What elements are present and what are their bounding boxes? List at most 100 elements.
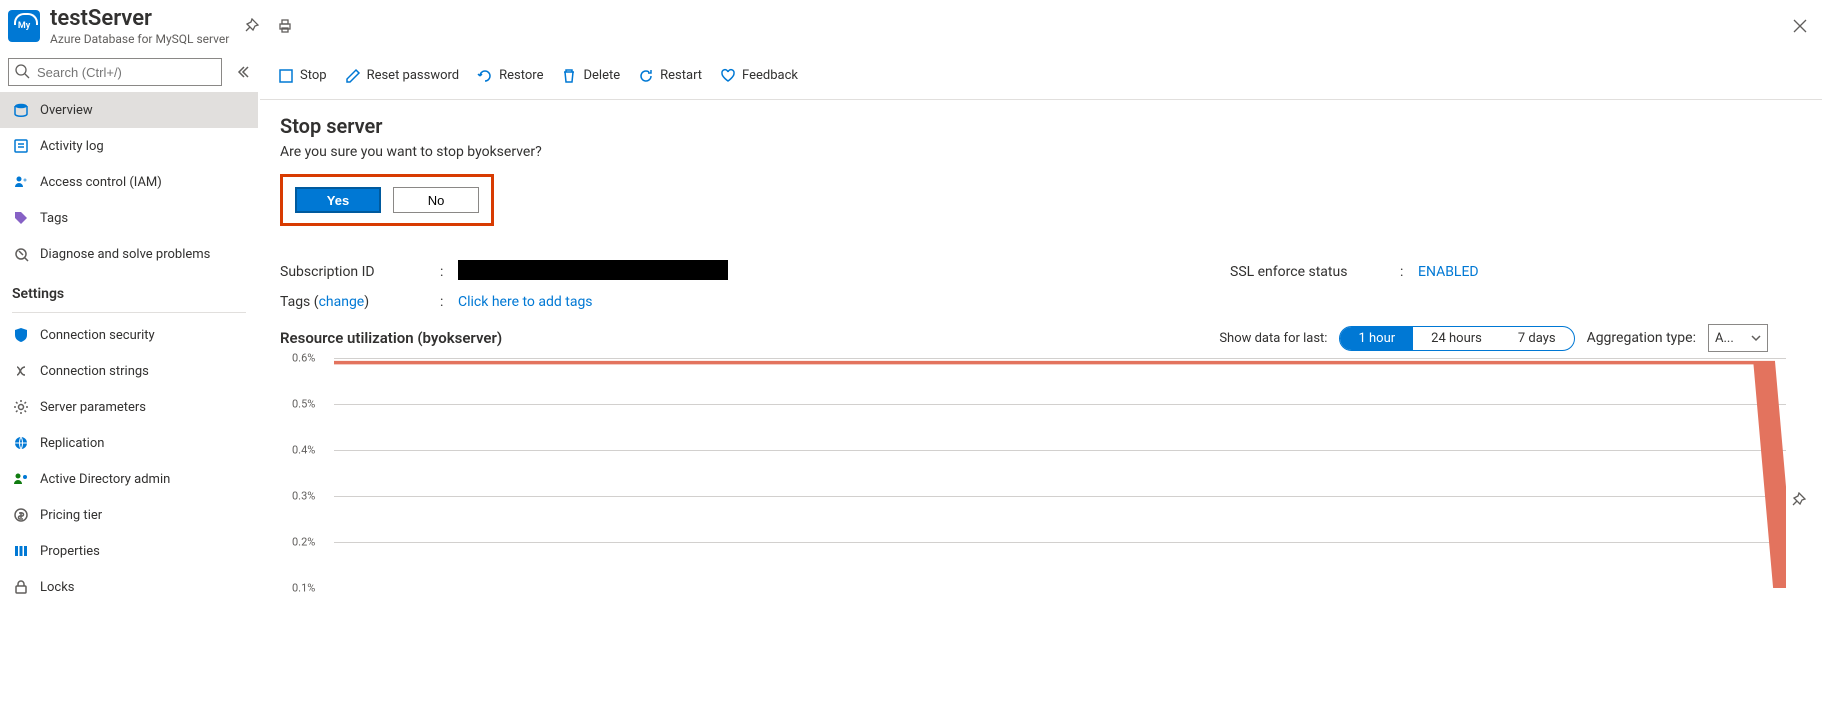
sidebar-item-label: Activity log [40, 139, 104, 154]
sidebar-item-label: Connection strings [40, 364, 149, 379]
tags-change-link[interactable]: change [319, 294, 365, 310]
sidebar-item-label: Access control (IAM) [40, 175, 162, 190]
sidebar-item-label: Replication [40, 436, 104, 451]
delete-button[interactable]: Delete [561, 68, 620, 84]
pin-icon[interactable] [239, 14, 263, 38]
diagnose-icon [12, 245, 30, 263]
stop-button[interactable]: Stop [278, 68, 327, 84]
heart-icon [720, 68, 736, 84]
page-title: testServer [50, 6, 229, 32]
sidebar: Overview Activity log Access control (IA… [0, 52, 260, 725]
dialog-text: Are you sure you want to stop byokserver… [280, 144, 1802, 160]
pill-1-hour[interactable]: 1 hour [1340, 327, 1413, 350]
trash-icon [561, 68, 577, 84]
tool-label: Delete [583, 68, 620, 83]
ssl-status-link[interactable]: ENABLED [1418, 264, 1479, 280]
ytick: 0.6% [292, 352, 315, 365]
search-input[interactable] [8, 58, 222, 86]
pill-24-hours[interactable]: 24 hours [1413, 327, 1500, 350]
sidebar-item-label: Locks [40, 580, 75, 595]
add-tags-link[interactable]: Click here to add tags [458, 294, 593, 310]
sidebar-item-label: Overview [40, 103, 93, 118]
pricing-icon [12, 506, 30, 524]
ytick: 0.2% [292, 536, 315, 549]
yes-button[interactable]: Yes [295, 187, 381, 213]
sidebar-item-ad-admin[interactable]: Active Directory admin [0, 461, 258, 497]
sidebar-item-label: Properties [40, 544, 100, 559]
prop-label-ssl: SSL enforce status [1230, 264, 1400, 280]
sidebar-item-tags[interactable]: Tags [0, 200, 258, 236]
divider [12, 312, 246, 313]
stop-icon [278, 68, 294, 84]
ytick: 0.4% [292, 444, 315, 457]
line-plot [334, 358, 1786, 588]
no-button[interactable]: No [393, 187, 479, 213]
restore-button[interactable]: Restore [477, 68, 543, 84]
tool-label: Reset password [367, 68, 460, 83]
activity-log-icon [12, 137, 30, 155]
tags-icon [12, 209, 30, 227]
mysql-logo-icon: My [8, 10, 40, 42]
sidebar-item-label: Server parameters [40, 400, 146, 415]
sidebar-item-overview[interactable]: Overview [0, 92, 258, 128]
prop-label-tags: Tags (change) [280, 294, 440, 310]
access-control-icon [12, 173, 30, 191]
command-bar: Stop Reset password Restore Delete Resta… [260, 52, 1822, 100]
confirm-box: Yes No [280, 174, 494, 226]
main-panel: Stop Reset password Restore Delete Resta… [260, 52, 1822, 725]
subscription-id-redacted [458, 260, 728, 280]
globe-icon [12, 434, 30, 452]
gear-icon [12, 398, 30, 416]
prop-label-subscription-id: Subscription ID [280, 264, 440, 280]
overview-icon [12, 101, 30, 119]
sidebar-item-label: Connection security [40, 328, 155, 343]
sidebar-item-label: Tags [40, 211, 68, 226]
tool-label: Restart [660, 68, 702, 83]
sidebar-item-activity-log[interactable]: Activity log [0, 128, 258, 164]
page-subtitle: Azure Database for MySQL server [50, 32, 229, 46]
ytick: 0.1% [292, 582, 315, 595]
properties-icon [12, 542, 30, 560]
resource-utilization-title: Resource utilization (byokserver) [280, 329, 502, 347]
tool-label: Feedback [742, 68, 798, 83]
shield-icon [12, 326, 30, 344]
show-data-label: Show data for last: [1219, 331, 1327, 346]
restore-icon [477, 68, 493, 84]
chevron-down-icon [1751, 333, 1761, 343]
sidebar-item-locks[interactable]: Locks [0, 569, 258, 605]
sidebar-item-access-control[interactable]: Access control (IAM) [0, 164, 258, 200]
dialog-title: Stop server [280, 114, 1802, 138]
search-icon [14, 63, 30, 79]
sidebar-item-connection-security[interactable]: Connection security [0, 317, 258, 353]
collapse-sidebar-icon[interactable] [232, 62, 252, 82]
sidebar-item-diagnose[interactable]: Diagnose and solve problems [0, 236, 258, 272]
sidebar-item-connection-strings[interactable]: Connection strings [0, 353, 258, 389]
page-header: My testServer Azure Database for MySQL s… [0, 0, 1822, 52]
feedback-button[interactable]: Feedback [720, 68, 798, 84]
lock-icon [12, 578, 30, 596]
sidebar-item-label: Active Directory admin [40, 472, 170, 487]
sidebar-item-properties[interactable]: Properties [0, 533, 258, 569]
time-range-pills: 1 hour 24 hours 7 days [1339, 326, 1574, 351]
sidebar-item-label: Pricing tier [40, 508, 102, 523]
ytick: 0.3% [292, 490, 315, 503]
connection-strings-icon [12, 362, 30, 380]
aggregation-select[interactable]: A... [1708, 324, 1768, 352]
restart-button[interactable]: Restart [638, 68, 702, 84]
reset-password-button[interactable]: Reset password [345, 68, 460, 84]
restart-icon [638, 68, 654, 84]
pill-7-days[interactable]: 7 days [1500, 327, 1574, 350]
close-icon[interactable] [1788, 14, 1812, 38]
sidebar-item-replication[interactable]: Replication [0, 425, 258, 461]
print-icon[interactable] [273, 14, 297, 38]
ytick: 0.5% [292, 398, 315, 411]
utilization-chart: 0.6% 0.5% 0.4% 0.3% 0.2% 0.1% [292, 358, 1796, 588]
sidebar-group-settings: Settings [0, 272, 258, 308]
sidebar-item-label: Diagnose and solve problems [40, 247, 210, 262]
sidebar-item-server-parameters[interactable]: Server parameters [0, 389, 258, 425]
ad-admin-icon [12, 470, 30, 488]
tool-label: Restore [499, 68, 543, 83]
sidebar-item-pricing-tier[interactable]: Pricing tier [0, 497, 258, 533]
tool-label: Stop [300, 68, 327, 83]
aggregation-label: Aggregation type: [1587, 330, 1696, 346]
